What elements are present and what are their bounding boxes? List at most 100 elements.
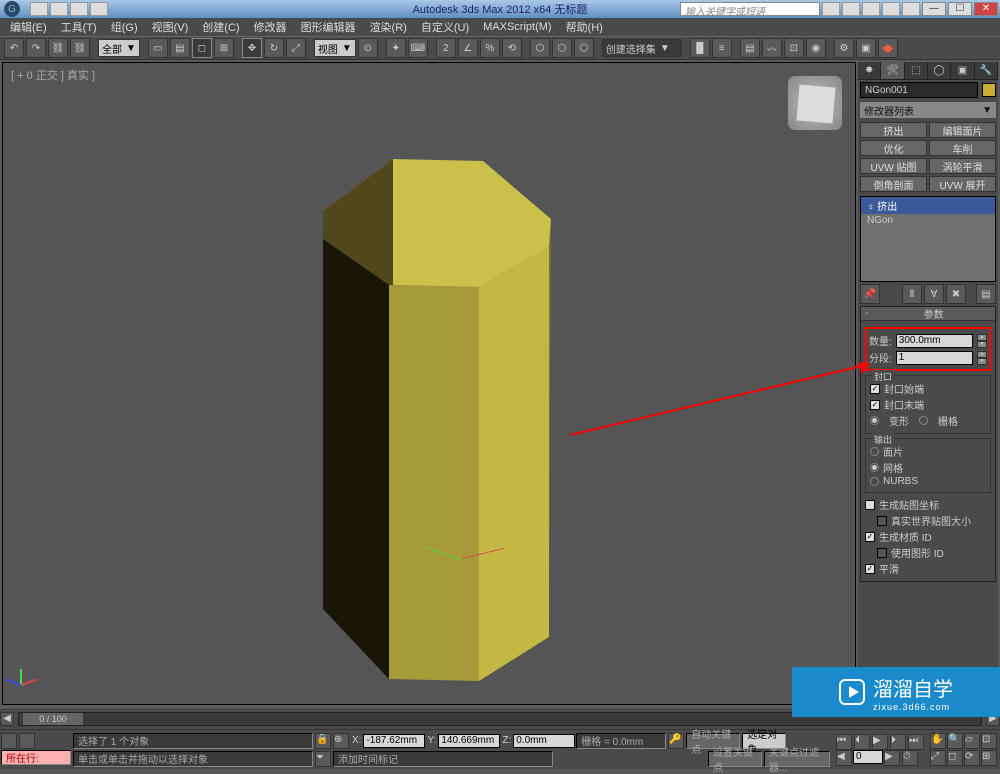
ref-coord-system[interactable]: 视图▼ — [314, 39, 356, 57]
nav-pan-icon[interactable]: ✋ — [930, 733, 946, 749]
pivot-icon[interactable]: ⊙ — [358, 38, 378, 58]
undo-icon[interactable]: ↶ — [4, 38, 24, 58]
mod-bevelprofile[interactable]: 倒角剖面 — [860, 176, 927, 192]
patch-radio[interactable] — [870, 447, 879, 456]
mod-uvwunwrap[interactable]: UVW 展开 — [929, 176, 996, 192]
menu-edit[interactable]: 编辑(E) — [4, 18, 53, 36]
help-search[interactable]: 输入关键字或短语 — [680, 2, 820, 16]
key-filter-btn[interactable]: 关键点过滤器... — [764, 751, 830, 767]
stack-show-icon[interactable]: Ⅱ — [902, 284, 922, 304]
lock-icon[interactable]: 🔒 — [315, 733, 331, 749]
time-tag-icon[interactable]: ⏷ — [315, 751, 331, 767]
magnet-2-icon[interactable]: ⬡ — [552, 38, 572, 58]
nav-maxtoggle-icon[interactable]: ⊞ — [981, 750, 997, 766]
nav-zoom-icon[interactable]: 🔍 — [947, 733, 963, 749]
maximize-button[interactable]: ☐ — [948, 2, 972, 16]
amount-dn[interactable]: ▼ — [977, 341, 987, 348]
nurbs-radio[interactable] — [870, 477, 879, 486]
unlink-icon[interactable]: ⛓ — [70, 38, 90, 58]
smooth-check[interactable]: ✓ — [865, 564, 875, 574]
stack-pin-icon[interactable]: 📌 — [860, 284, 880, 304]
coord-z[interactable] — [513, 734, 575, 748]
amount-spinner[interactable]: 300.0mm — [896, 334, 973, 348]
magnet-1-icon[interactable]: ⬡ — [530, 38, 550, 58]
rollout-toggle[interactable]: -参数 — [861, 307, 995, 321]
play-end-icon[interactable]: ⏭ — [908, 734, 924, 750]
menu-tools[interactable]: 工具(T) — [55, 18, 103, 36]
tab-create[interactable]: ✸ — [858, 62, 881, 79]
qa-new[interactable] — [30, 2, 48, 16]
menu-views[interactable]: 视图(V) — [146, 18, 195, 36]
selection-filter[interactable]: 全部▼ — [98, 39, 140, 57]
menu-custom[interactable]: 自定义(U) — [415, 18, 475, 36]
qa-open[interactable] — [50, 2, 68, 16]
material-icon[interactable]: ◉ — [806, 38, 826, 58]
schematic-icon[interactable]: ⊡ — [784, 38, 804, 58]
play-next-icon[interactable]: ⏵ — [890, 734, 906, 750]
frame-input[interactable] — [853, 750, 883, 764]
move-icon[interactable]: ✥ — [242, 38, 262, 58]
menu-graph[interactable]: 图形编辑器 — [295, 18, 362, 36]
seg-up[interactable]: ▲ — [977, 351, 987, 358]
keyboard-icon[interactable]: ⌨ — [408, 38, 428, 58]
useshape-check[interactable] — [877, 548, 887, 558]
stack-config-icon[interactable]: ▤ — [976, 284, 996, 304]
help-btn-1[interactable] — [822, 2, 840, 16]
mod-optimize[interactable]: 优化 — [860, 140, 927, 156]
mod-extrude[interactable]: 挤出 — [860, 122, 927, 138]
snap-percent-icon[interactable]: % — [480, 38, 500, 58]
link-icon[interactable]: ⛓ — [48, 38, 68, 58]
capstart-check[interactable]: ✓ — [870, 384, 880, 394]
render-frame-icon[interactable]: ▣ — [856, 38, 876, 58]
render-icon[interactable]: 🫖 — [878, 38, 898, 58]
coord-y[interactable] — [438, 734, 500, 748]
abs-rel-icon[interactable]: ⊕ — [333, 733, 349, 749]
grid-radio[interactable] — [919, 416, 928, 425]
snap-angle-icon[interactable]: ∠ — [458, 38, 478, 58]
select-region-icon[interactable]: ◻ — [192, 38, 212, 58]
transform-gizmo[interactable] — [423, 533, 503, 583]
render-setup-icon[interactable]: ⚙ — [834, 38, 854, 58]
help-btn-2[interactable] — [842, 2, 860, 16]
play-icon[interactable]: ▶ — [872, 734, 888, 750]
now-row-label[interactable]: 所在行: — [1, 750, 71, 765]
amount-up[interactable]: ▲ — [977, 334, 987, 341]
named-selection[interactable]: 创建选择集▼ — [602, 39, 682, 57]
menu-maxscript[interactable]: MAXScript(M) — [477, 20, 557, 34]
nav-zoomall-icon[interactable]: ⊡ — [981, 733, 997, 749]
script-btn-1[interactable] — [1, 733, 17, 749]
qa-undo[interactable] — [70, 2, 88, 16]
tab-utilities[interactable]: 🔧 — [975, 62, 998, 79]
spinner-snap-icon[interactable]: ⟲ — [502, 38, 522, 58]
mesh-radio[interactable] — [870, 463, 879, 472]
mod-uvwmap[interactable]: UVW 贴图 — [860, 158, 927, 174]
nav-fov-icon[interactable]: ▱ — [964, 733, 980, 749]
genmap-check[interactable] — [865, 500, 875, 510]
morph-radio[interactable] — [870, 416, 879, 425]
redo-icon[interactable]: ↷ — [26, 38, 46, 58]
viewcube[interactable] — [787, 75, 843, 131]
key-next-icon[interactable]: ▶ — [884, 750, 900, 766]
play-start-icon[interactable]: ⏮ — [836, 734, 852, 750]
mod-editpatch[interactable]: 编辑面片 — [929, 122, 996, 138]
select-name-icon[interactable]: ▤ — [170, 38, 190, 58]
layers-icon[interactable]: ▤ — [740, 38, 760, 58]
modifier-list-dropdown[interactable]: 修改器列表▼ — [860, 102, 996, 118]
menu-modifiers[interactable]: 修改器 — [248, 18, 293, 36]
play-prev-icon[interactable]: ⏴ — [854, 734, 870, 750]
tab-hierarchy[interactable]: ⬚ — [905, 62, 928, 79]
add-time-tag[interactable]: 添加时间标记 — [333, 751, 553, 767]
help-btn-5[interactable] — [902, 2, 920, 16]
scale-icon[interactable]: ⤢ — [286, 38, 306, 58]
mod-turbosmooth[interactable]: 涡轮平滑 — [929, 158, 996, 174]
help-btn-4[interactable] — [882, 2, 900, 16]
key-prev-icon[interactable]: ◀ — [836, 750, 852, 766]
manip-icon[interactable]: ✦ — [386, 38, 406, 58]
nav-orbit-icon[interactable]: ⟳ — [964, 750, 980, 766]
window-crossing-icon[interactable]: ⊞ — [214, 38, 234, 58]
stack-item-ngon[interactable]: NGon — [861, 214, 995, 227]
viewport[interactable]: [ + 0 正交 ] 真实 ] — [2, 62, 856, 705]
coord-x[interactable] — [363, 734, 425, 748]
segments-spinner[interactable]: 1 — [896, 351, 973, 365]
mirror-icon[interactable]: ▐▌ — [690, 38, 710, 58]
